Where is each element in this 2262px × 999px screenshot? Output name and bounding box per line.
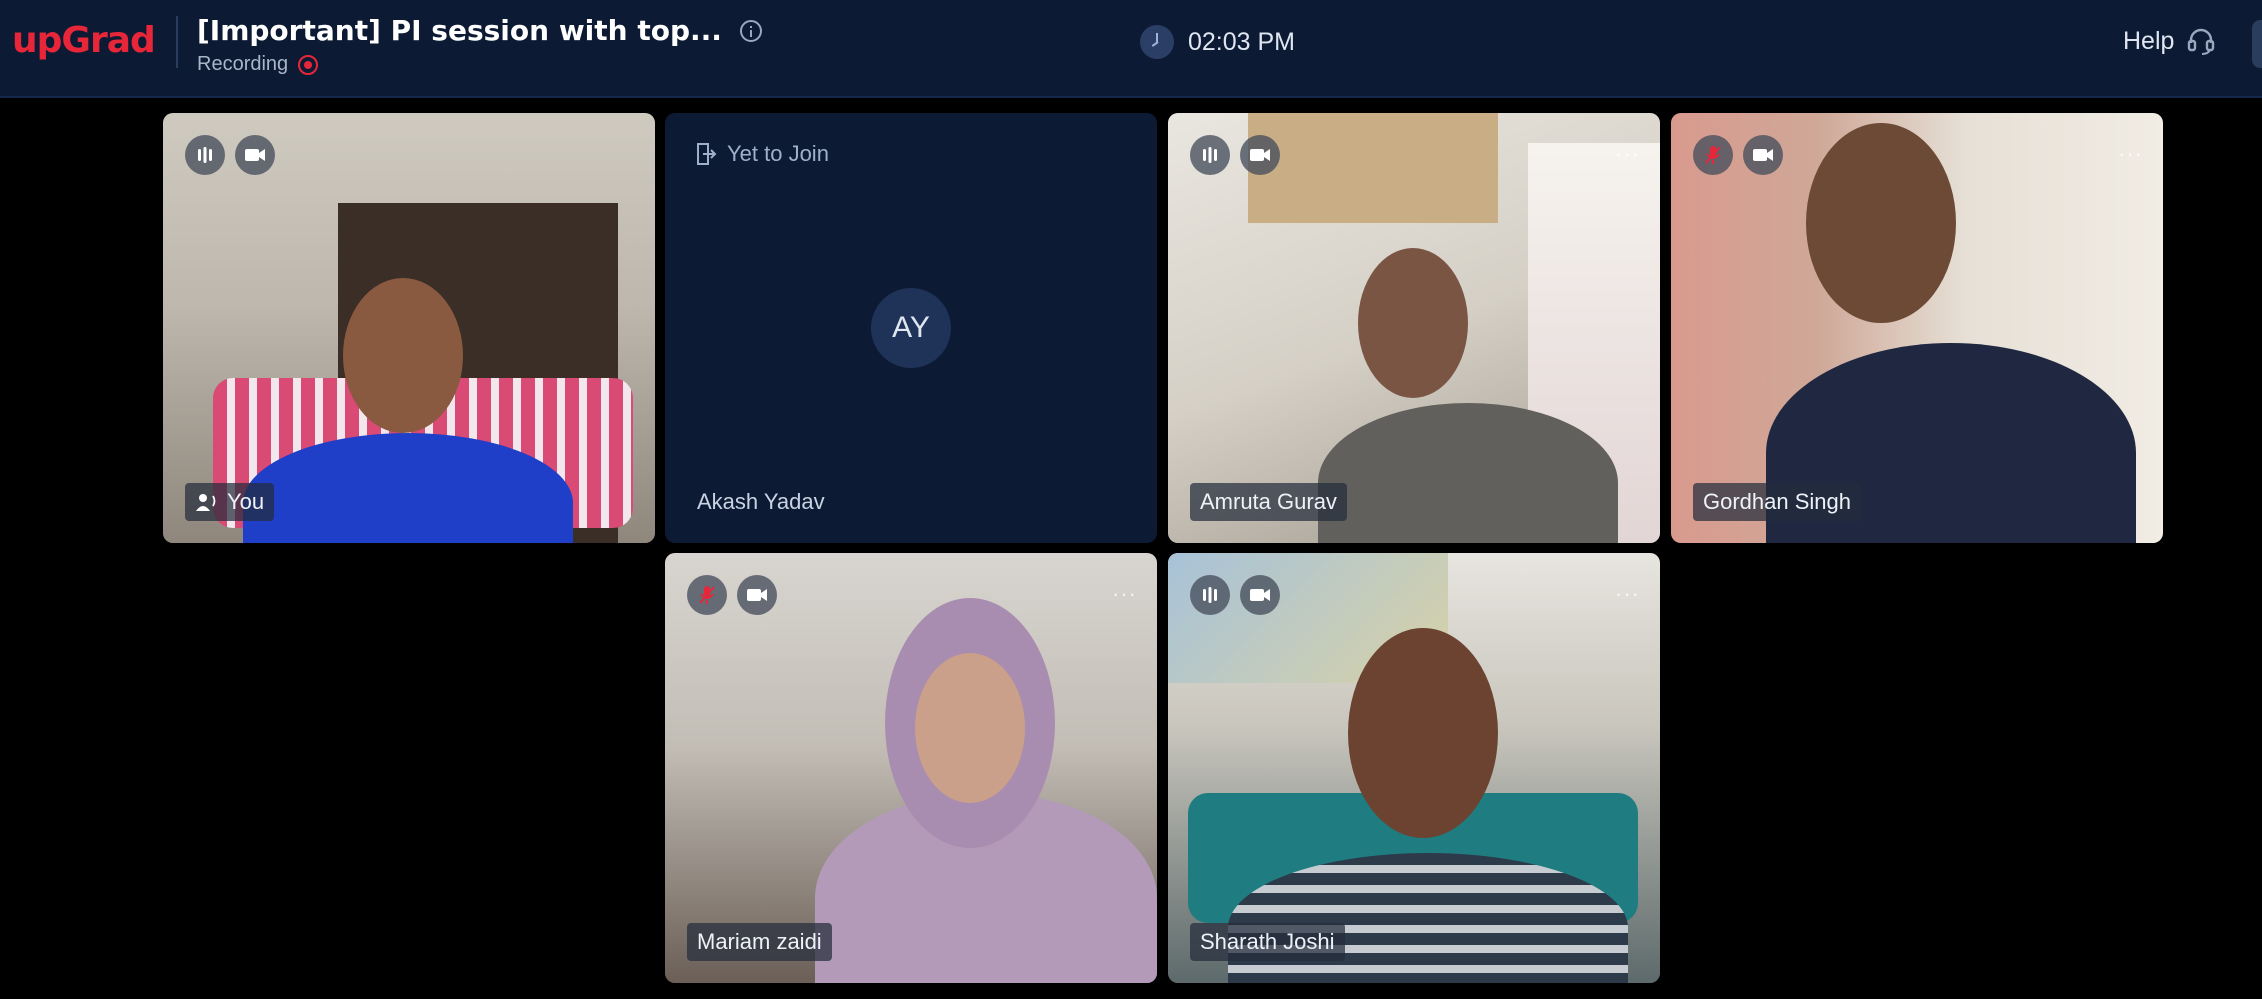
participant-tile-you[interactable]: You — [163, 113, 655, 543]
audio-level-icon[interactable] — [1190, 135, 1230, 175]
participant-name-tag: Amruta Gurav — [1190, 483, 1347, 521]
mic-muted-icon[interactable] — [687, 575, 727, 615]
avatar: AY — [871, 288, 951, 368]
side-panel-toggle[interactable] — [2252, 20, 2262, 68]
participant-name: Sharath Joshi — [1200, 929, 1335, 954]
top-bar: upGrad [Important] PI session with top..… — [0, 0, 2262, 98]
current-time: 02:03 PM — [1188, 27, 1296, 56]
recording-dot-icon — [298, 54, 319, 75]
more-options-icon[interactable]: ··· — [2118, 141, 2143, 167]
camera-icon[interactable] — [1743, 135, 1783, 175]
participant-name: Akash Yadav — [697, 489, 825, 514]
participant-tile-amruta-gurav[interactable]: ··· Amruta Gurav — [1168, 113, 1660, 543]
exit-door-icon — [697, 143, 717, 165]
more-options-icon[interactable]: ··· — [1615, 141, 1640, 167]
tile-controls — [1190, 575, 1280, 615]
person-head — [915, 653, 1025, 803]
person-head — [1358, 248, 1468, 398]
participant-tile-akash-yadav[interactable]: Yet to Join AY Akash Yadav — [665, 113, 1157, 543]
participant-tile-gordhan-singh[interactable]: ··· Gordhan Singh — [1671, 113, 2163, 543]
session-info: [Important] PI session with top... Recor… — [197, 14, 763, 76]
help-button[interactable]: Help — [2123, 26, 2216, 56]
headset-icon — [2188, 28, 2215, 55]
audio-level-icon[interactable] — [185, 135, 225, 175]
session-clock: 02:03 PM — [1140, 25, 1295, 59]
participant-name: Amruta Gurav — [1200, 489, 1337, 514]
help-label: Help — [2123, 26, 2175, 55]
camera-icon[interactable] — [235, 135, 275, 175]
clock-icon — [1140, 25, 1174, 59]
camera-icon[interactable] — [1240, 575, 1280, 615]
participant-tile-mariam-zaidi[interactable]: ··· Mariam zaidi — [665, 553, 1157, 983]
tile-controls — [687, 575, 777, 615]
session-title: [Important] PI session with top... — [197, 14, 722, 47]
tile-controls — [1693, 135, 1783, 175]
participant-name-tag: Sharath Joshi — [1190, 923, 1345, 961]
participant-tile-sharath-joshi[interactable]: ··· Sharath Joshi — [1168, 553, 1660, 983]
person-head — [343, 278, 463, 433]
more-options-icon[interactable]: ··· — [1615, 581, 1640, 607]
participant-name-tag: Gordhan Singh — [1693, 483, 1861, 521]
speaking-icon — [196, 494, 216, 511]
mic-muted-icon[interactable] — [1693, 135, 1733, 175]
recording-label: Recording — [197, 53, 289, 75]
person-head — [1806, 123, 1956, 323]
header-divider — [176, 16, 178, 68]
participant-name: Mariam zaidi — [697, 929, 822, 954]
participant-name-tag: Mariam zaidi — [687, 923, 832, 961]
yet-to-join-status: Yet to Join — [695, 141, 829, 167]
tile-controls — [185, 135, 275, 175]
participant-name: You — [227, 489, 265, 514]
status-text: Yet to Join — [727, 141, 829, 166]
info-icon[interactable] — [740, 20, 763, 42]
more-options-icon[interactable]: ··· — [1112, 581, 1137, 607]
ceiling-beam — [1248, 113, 1498, 223]
participant-name-tag: You — [185, 483, 275, 521]
camera-icon[interactable] — [737, 575, 777, 615]
participant-name-tag: Akash Yadav — [687, 483, 835, 521]
camera-icon[interactable] — [1240, 135, 1280, 175]
recording-indicator: Recording — [197, 53, 762, 76]
audio-level-icon[interactable] — [1190, 575, 1230, 615]
tile-controls — [1190, 135, 1280, 175]
participant-name: Gordhan Singh — [1703, 489, 1851, 514]
person-head — [1348, 628, 1498, 838]
upgrad-logo: upGrad — [12, 20, 156, 61]
